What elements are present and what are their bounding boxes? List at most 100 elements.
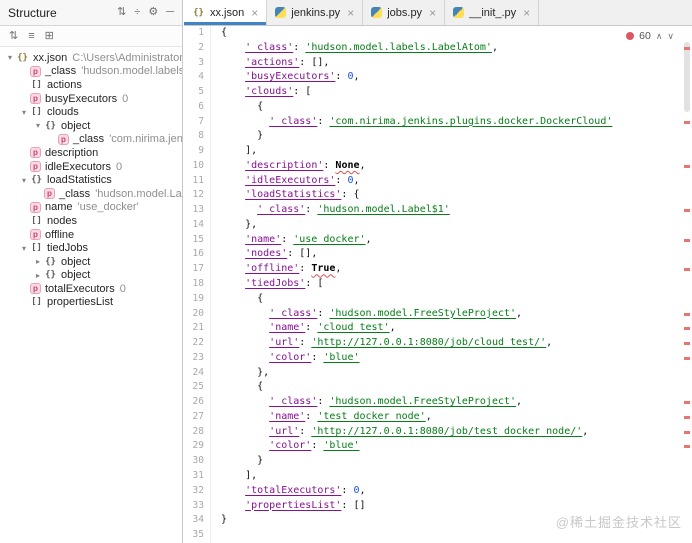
code-line[interactable]: 20 '_class': 'hudson.model.FreeStyleProj… [184,306,692,322]
chevron-down-icon[interactable]: ▾ [18,176,30,185]
code-line[interactable]: 18 'tiedJobs': [ [184,277,692,292]
code-line[interactable]: 11 'idleExecutors': 0, [184,173,692,189]
tree-item-object[interactable]: ▾{} object [0,119,182,133]
code-line[interactable]: 24 }, [184,365,692,381]
tree-item-xx.json[interactable]: ▾{} xx.json C:\Users\Administrator\Pycha [0,51,182,65]
tree-item-_class[interactable]: p _class 'com.nirima.jenkins.p [0,133,182,147]
code-line[interactable]: 22 'url': 'http://127.0.0.1:8080/job/clo… [184,336,692,351]
chevron-right-icon[interactable]: ▸ [32,271,44,280]
scrollbar-thumb[interactable] [684,42,690,112]
error-stripe-mark[interactable] [684,356,690,360]
code-line[interactable]: 5 'clouds': [ [184,85,692,100]
code-line[interactable]: 26 '_class': 'hudson.model.FreeStyleProj… [184,395,692,410]
filter-icon[interactable]: ÷ [134,7,140,18]
chevron-down-icon[interactable]: ▾ [18,108,30,117]
close-tab-icon[interactable]: × [523,6,530,20]
tree-item-_class[interactable]: p _class 'hudson.model.labels.Label [0,65,182,79]
code-line[interactable]: 31 ], [184,468,692,484]
code-line[interactable]: 1{ [184,26,692,41]
code-text: 'url': 'http://127.0.0.1:8080/job/cloud_… [269,337,553,349]
sort-alpha-icon[interactable]: ⇅ [9,30,18,42]
tree-item-value: C:\Users\Administrator\Pycha [72,51,182,64]
error-stripe-mark[interactable] [684,209,690,213]
code-line[interactable]: 17 'offline': True, [184,262,692,278]
code-line[interactable]: 32 'totalExecutors': 0, [184,483,692,499]
close-tab-icon[interactable]: × [429,6,436,20]
tree-item-loadStatistics[interactable]: ▾{} loadStatistics [0,173,182,187]
code-line[interactable]: 21 'name': 'cloud_test', [184,321,692,337]
close-tab-icon[interactable]: × [347,6,354,20]
tree-item-actions[interactable]: [] actions [0,78,182,92]
error-stripe-mark[interactable] [684,342,690,346]
tab-xx.json[interactable]: {} xx.json × [184,0,268,25]
code-line[interactable]: 3 'actions': [], [184,55,692,71]
error-stripe-mark[interactable] [684,120,690,124]
line-number: 21 [184,321,211,337]
error-stripe-mark[interactable] [684,238,690,242]
tree-item-offline[interactable]: p offline [0,228,182,242]
tree-item-busyExecutors[interactable]: p busyExecutors 0 [0,92,182,106]
chevron-down-icon[interactable]: ▾ [18,244,30,253]
error-stripe-mark[interactable] [684,268,690,272]
tree-item-label: xx.json [33,51,68,64]
error-stripe-mark[interactable] [684,46,690,50]
next-error-icon[interactable]: ∨ [667,31,674,42]
tab-__init_.py[interactable]: __init_.py × [445,0,540,25]
chevron-down-icon[interactable]: ▾ [4,53,16,62]
sort-icon[interactable]: ⇅ [117,7,126,18]
error-stripe[interactable] [682,26,692,543]
tree-item-tiedJobs[interactable]: ▾[] tiedJobs [0,241,182,255]
error-stripe-mark[interactable] [684,312,690,316]
settings-icon[interactable]: ⚙ [148,7,158,18]
hide-panel-icon[interactable]: ─ [166,7,174,18]
line-number: 8 [184,129,211,145]
code-line[interactable]: 2 '_class': 'hudson.model.labels.LabelAt… [184,40,692,56]
error-indicator-icon [626,32,635,40]
tree-item-_class[interactable]: p _class 'hudson.model.Label$1' [0,187,182,201]
code-line[interactable]: 9 ], [184,144,692,159]
error-stripe-mark[interactable] [684,401,690,405]
code-line[interactable]: 28 'url': 'http://127.0.0.1:8080/job/tes… [184,424,692,440]
code-line[interactable]: 27 'name': 'test_docker_node', [184,409,692,425]
tree-item-clouds[interactable]: ▾[] clouds [0,105,182,119]
code-area[interactable]: 1{2 '_class': 'hudson.model.labels.Label… [184,26,692,543]
close-tab-icon[interactable]: × [251,6,258,20]
code-line[interactable]: 19 { [184,291,692,307]
tab-jenkins.py[interactable]: jenkins.py × [267,0,364,25]
error-stripe-mark[interactable] [684,445,690,449]
error-stripe-mark[interactable] [684,327,690,331]
code-line[interactable]: 7 '_class': 'com.nirima.jenkins.plugins.… [184,114,692,130]
code-line[interactable]: 14 }, [184,217,692,233]
tree-item-propertiesList[interactable]: [] propertiesList [0,296,182,310]
chevron-down-icon[interactable]: ▾ [32,121,44,130]
tree-item-description[interactable]: p description [0,146,182,160]
inspection-widget[interactable]: 60 ∧ ∨ [626,30,674,42]
prev-error-icon[interactable]: ∧ [656,31,663,42]
error-stripe-mark[interactable] [684,430,690,434]
code-line[interactable]: 25 { [184,380,692,396]
code-line[interactable]: 13 '_class': 'hudson.model.Label$1' [184,203,692,218]
tree-item-totalExecutors[interactable]: p totalExecutors 0 [0,282,182,296]
tree-item-idleExecutors[interactable]: p idleExecutors 0 [0,160,182,174]
code-line[interactable]: 15 'name': 'use_docker', [184,232,692,248]
code-text: 'propertiesList': [] [245,499,366,511]
code-line[interactable]: 16 'nodes': [], [184,247,692,263]
tab-jobs.py[interactable]: jobs.py × [363,0,446,25]
tree-item-name[interactable]: p name 'use_docker' [0,201,182,215]
code-line[interactable]: 12 'loadStatistics': { [184,188,692,204]
code-line[interactable]: 29 'color': 'blue' [184,439,692,455]
expand-all-icon[interactable]: ⊞ [45,30,54,42]
code-line[interactable]: 4 'busyExecutors': 0, [184,70,692,86]
error-stripe-mark[interactable] [684,415,690,419]
code-line[interactable]: 30 } [184,454,692,469]
code-line[interactable]: 6 { [184,99,692,115]
tree-item-nodes[interactable]: [] nodes [0,214,182,228]
tree-item-object[interactable]: ▸{} object [0,269,182,283]
code-line[interactable]: 8 } [184,129,692,145]
error-stripe-mark[interactable] [684,164,690,168]
group-by-icon[interactable]: ≡ [28,30,34,42]
tree-item-object[interactable]: ▸{} object [0,255,182,269]
code-line[interactable]: 23 'color': 'blue' [184,350,692,366]
code-line[interactable]: 10 'description': None, [184,158,692,174]
chevron-right-icon[interactable]: ▸ [32,257,44,266]
